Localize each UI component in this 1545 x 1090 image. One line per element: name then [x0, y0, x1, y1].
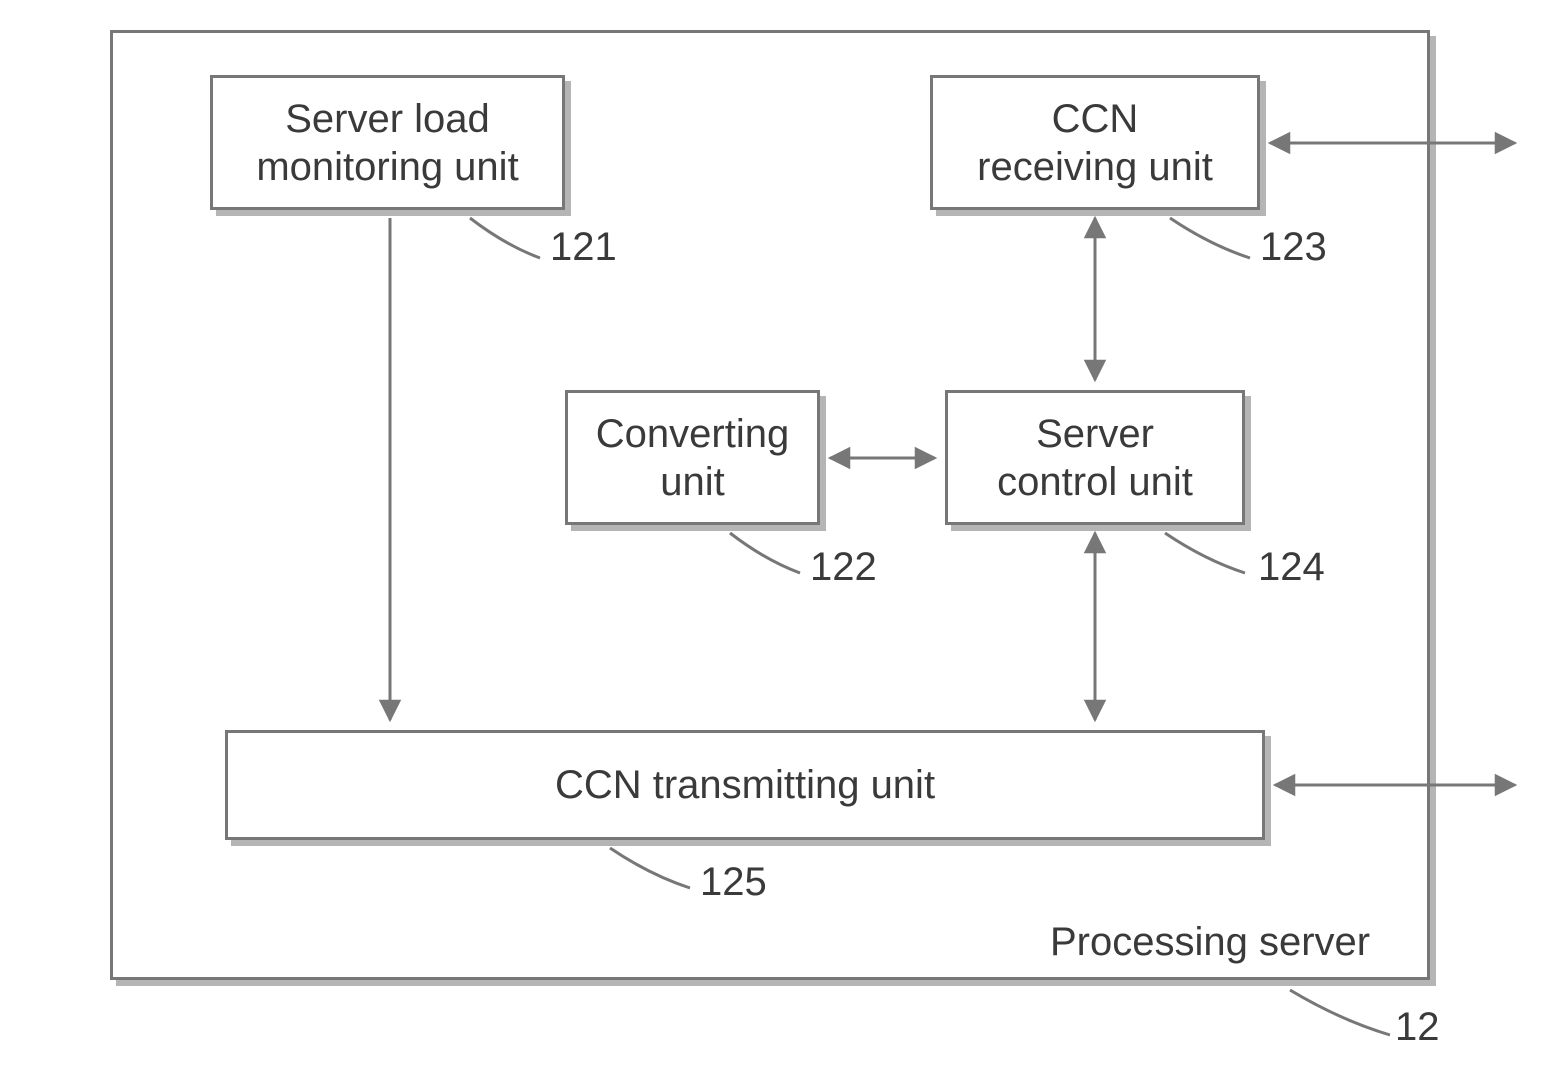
ref-122: 122: [810, 545, 877, 590]
b123-label: CCNreceiving unit: [977, 95, 1213, 191]
converting-unit: Convertingunit: [565, 390, 820, 525]
b125-label: CCN transmitting unit: [555, 761, 935, 809]
ref-125: 125: [700, 860, 767, 905]
server-control-unit: Servercontrol unit: [945, 390, 1245, 525]
b121-label: Server loadmonitoring unit: [256, 95, 518, 191]
leader-12: [1280, 980, 1400, 1050]
server-load-monitoring-unit: Server loadmonitoring unit: [210, 75, 565, 210]
b124-label: Servercontrol unit: [997, 410, 1193, 506]
b122-label: Convertingunit: [596, 410, 789, 506]
ccn-transmitting-unit: CCN transmitting unit: [225, 730, 1265, 840]
ccn-receiving-unit: CCNreceiving unit: [930, 75, 1260, 210]
processing-server-label: Processing server: [1050, 920, 1370, 965]
ref-123: 123: [1260, 225, 1327, 270]
ref-124: 124: [1258, 545, 1325, 590]
ref-12: 12: [1395, 1005, 1440, 1050]
diagram-canvas: Processing server 12 Server loadmonitori…: [0, 0, 1545, 1090]
ref-121: 121: [550, 225, 617, 270]
